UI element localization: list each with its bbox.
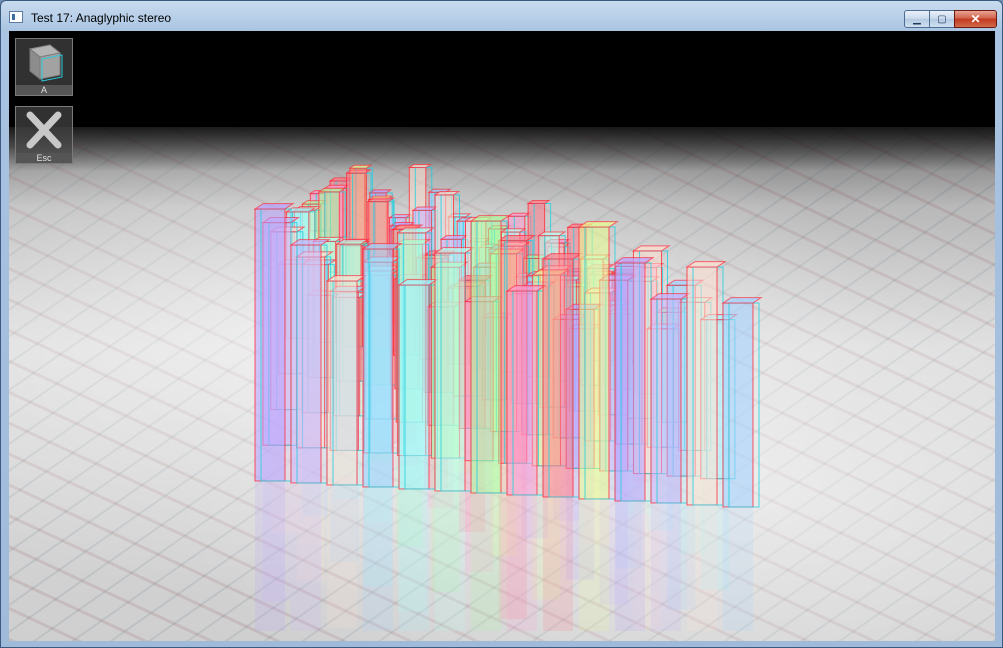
anaglyph-toggle-button[interactable]: A bbox=[15, 38, 73, 96]
close-button[interactable]: ✕ bbox=[954, 10, 997, 28]
anaglyph-toggle-key: A bbox=[16, 85, 72, 95]
maximize-button[interactable]: ▢ bbox=[929, 10, 955, 28]
window-title: Test 17: Anaglyphic stereo bbox=[31, 11, 172, 25]
minimize-icon: ▁ bbox=[913, 13, 921, 25]
minimize-button[interactable]: ▁ bbox=[904, 10, 930, 28]
3d-viewport[interactable]: A Esc bbox=[9, 31, 995, 641]
app-icon bbox=[9, 11, 23, 23]
maximize-icon: ▢ bbox=[937, 13, 947, 25]
cube-icon bbox=[28, 44, 63, 82]
exit-key: Esc bbox=[16, 153, 72, 163]
title-bar[interactable]: Test 17: Anaglyphic stereo ▁ ▢ ✕ bbox=[1, 1, 1002, 31]
bar-scene bbox=[253, 164, 763, 631]
app-window: Test 17: Anaglyphic stereo ▁ ▢ ✕ A Esc bbox=[0, 0, 1003, 648]
bar-111 bbox=[721, 297, 763, 631]
exit-button[interactable]: Esc bbox=[15, 106, 73, 164]
window-controls: ▁ ▢ ✕ bbox=[904, 10, 997, 29]
close-icon: ✕ bbox=[970, 12, 981, 26]
close-x-icon bbox=[26, 111, 62, 149]
